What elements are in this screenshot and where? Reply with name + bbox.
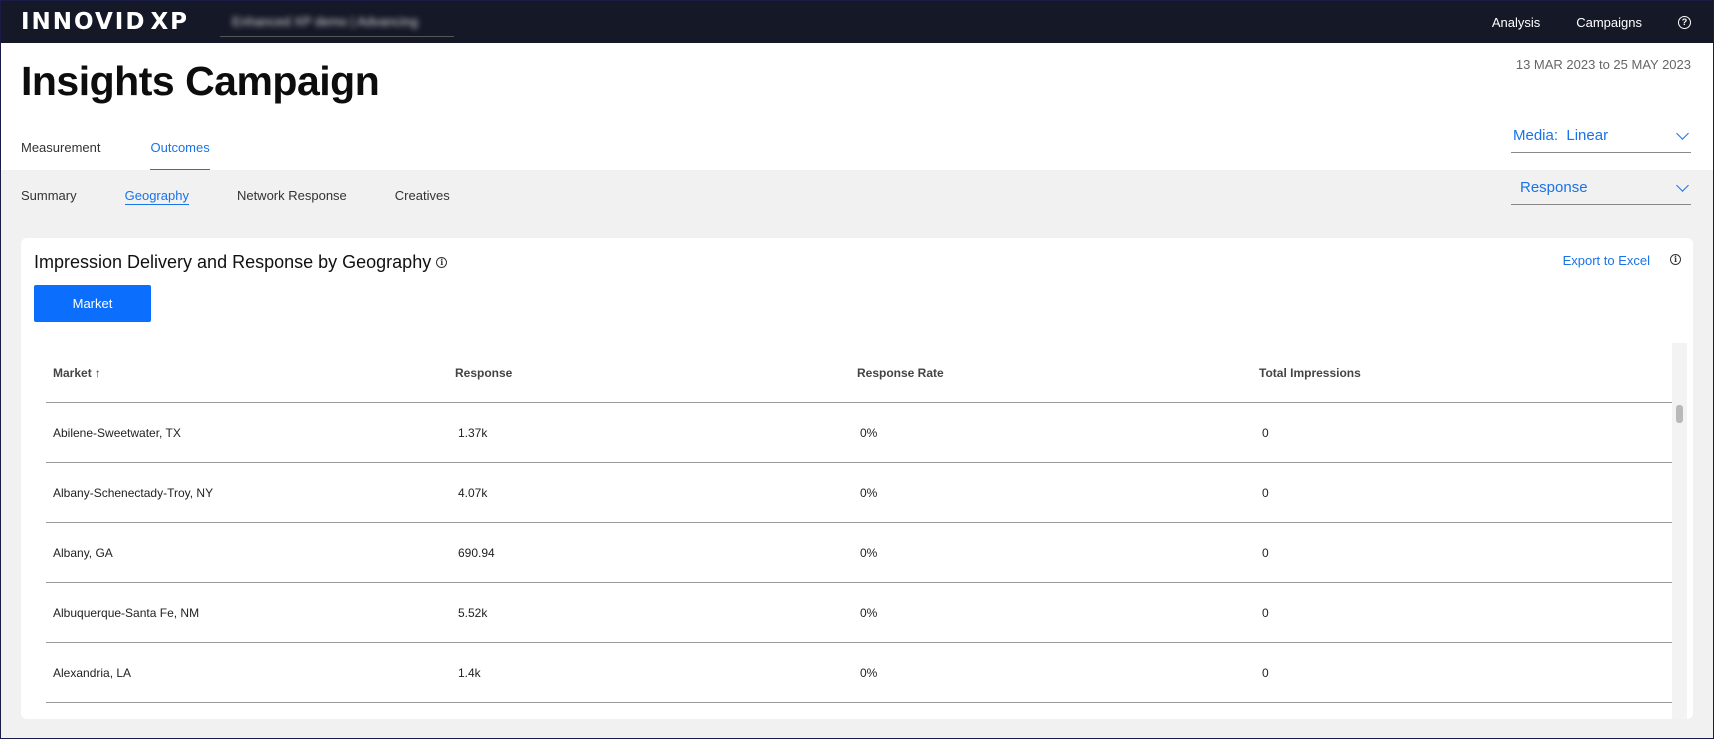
scrollbar-thumb[interactable] [1676,405,1683,423]
date-range: 13 MAR 2023 to 25 MAY 2023 [1515,57,1691,72]
table-header: Market ↑ Response Response Rate Total Imp… [46,343,1672,403]
tab-outcomes[interactable]: Outcomes [150,140,210,170]
table-body: Abilene-Sweetwater, TX 1.37k 0% 0 Albany… [46,403,1672,703]
table-row[interactable]: Abilene-Sweetwater, TX 1.37k 0% 0 [46,403,1672,463]
column-header-market[interactable]: Market ↑ [46,366,448,380]
cell-response-rate: 0% [860,425,878,440]
cell-response: 690.94 [458,545,495,560]
subtab-geography[interactable]: Geography [124,188,189,205]
logo-suffix: XP [150,9,190,35]
cell-response-rate: 0% [860,605,878,620]
cell-total-impressions: 0 [1262,485,1269,500]
nav-campaigns[interactable]: Campaigns [1576,15,1642,30]
market-button[interactable]: Market [34,285,151,322]
table-row[interactable]: Albany, GA 690.94 0% 0 [46,523,1672,583]
column-header-response[interactable]: Response [448,366,850,380]
info-icon[interactable]: i [1670,254,1681,265]
table-row[interactable]: Albany-Schenectady-Troy, NY 4.07k 0% 0 [46,463,1672,523]
innovid-logo[interactable]: INNOVID XP [21,9,189,35]
cell-total-impressions: 0 [1262,545,1269,560]
question-circle-icon[interactable]: ? [1678,15,1691,29]
nav-analysis[interactable]: Analysis [1492,15,1540,30]
tab-measurement[interactable]: Measurement [21,140,100,170]
geography-card: Impression Delivery and Response by Geog… [21,238,1693,719]
table-scrollbar[interactable] [1672,343,1687,719]
card-title-text: Impression Delivery and Response by Geog… [34,252,432,272]
cell-total-impressions: 0 [1262,665,1269,680]
chevron-down-icon [1676,126,1689,140]
top-nav: Analysis Campaigns ? [1492,1,1713,43]
cell-market: Alexandria, LA [53,665,132,680]
card-title: Impression Delivery and Response by Geog… [34,252,448,273]
media-dropdown-value: Linear [1566,127,1609,144]
cell-response: 4.07k [458,485,488,500]
metric-dropdown-value: Response [1520,179,1588,196]
media-dropdown[interactable]: Media: Linear [1511,119,1691,153]
cell-market: Abilene-Sweetwater, TX [53,425,181,440]
chevron-down-icon [1676,178,1689,192]
column-header-total-impressions[interactable]: Total Impressions [1252,366,1672,380]
top-bar: INNOVID XP Enhanced XP demo | Advancing … [1,1,1713,43]
page-title: Insights Campaign [21,58,380,104]
cell-response-rate: 0% [860,545,878,560]
metric-dropdown[interactable]: Response [1511,171,1691,205]
sort-ascending-icon: ↑ [94,365,101,380]
media-dropdown-label: Media: [1513,127,1559,144]
cell-response-rate: 0% [860,665,878,680]
main-tabs: Measurement Outcomes [21,140,260,170]
logo-text: INNOVID [21,9,147,35]
table-row[interactable]: Albuquerque-Santa Fe, NM 5.52k 0% 0 [46,583,1672,643]
cell-response: 5.52k [458,605,488,620]
cell-response: 1.37k [458,425,488,440]
campaign-selector[interactable]: Enhanced XP demo | Advancing [220,7,454,37]
subtab-creatives[interactable]: Creatives [395,188,450,204]
column-header-response-rate[interactable]: Response Rate [850,366,1252,380]
cell-total-impressions: 0 [1262,425,1269,440]
market-table: Market ↑ Response Response Rate Total Imp… [46,343,1687,719]
info-icon[interactable]: i [436,257,448,268]
table-row[interactable]: Alexandria, LA 1.4k 0% 0 [46,643,1672,703]
sub-nav: Summary Geography Network Response Creat… [1,170,1713,222]
subtab-summary[interactable]: Summary [21,188,77,204]
export-to-excel-link[interactable]: Export to Excel [1563,253,1650,268]
column-header-market-label: Market [53,365,92,380]
cell-market: Albany, GA [53,545,113,560]
campaign-selector-value: Enhanced XP demo | Advancing [232,14,418,29]
page-header: Insights Campaign 13 MAR 2023 to 25 MAY … [1,43,1713,170]
cell-response-rate: 0% [860,485,878,500]
cell-market: Albany-Schenectady-Troy, NY [53,485,214,500]
subtab-network-response[interactable]: Network Response [237,188,347,204]
media-dropdown-text: Media: Linear [1513,127,1608,144]
cell-response: 1.4k [458,665,481,680]
cell-market: Albuquerque-Santa Fe, NM [53,605,200,620]
cell-total-impressions: 0 [1262,605,1269,620]
